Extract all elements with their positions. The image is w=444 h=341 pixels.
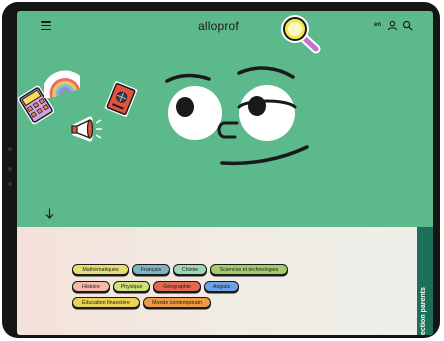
subject-chip-anglais[interactable]: Anglais xyxy=(204,281,239,292)
magnifying-glass-sticker xyxy=(281,15,321,54)
tablet-sensor xyxy=(8,167,12,171)
language-toggle[interactable]: en xyxy=(374,22,381,28)
subject-chip-education-financiere[interactable]: Éducation financière xyxy=(72,297,140,308)
subject-chip-mathematiques[interactable]: Mathématiques xyxy=(72,264,129,275)
passport-sticker xyxy=(104,81,138,117)
tablet-sensor-2 xyxy=(8,182,12,186)
subject-chip-sciences-technologies[interactable]: Sciences et technologies xyxy=(210,264,288,275)
user-icon[interactable] xyxy=(387,20,398,31)
subject-chip-monde-contemporain[interactable]: Monde contemporain xyxy=(143,297,211,308)
parents-section-tab[interactable]: ection parents xyxy=(417,227,433,335)
green-face-mascot xyxy=(165,66,309,166)
parents-section-label: ection parents xyxy=(420,287,427,335)
rainbow-sticker xyxy=(44,70,80,98)
tablet-camera xyxy=(8,147,12,151)
arrow-down-icon[interactable] xyxy=(45,208,54,219)
subject-chip-chimie[interactable]: Chimie xyxy=(173,264,207,275)
megaphone-sticker xyxy=(71,116,102,142)
top-navigation-bar: alloprof en xyxy=(17,11,433,41)
subject-chip-physique[interactable]: Physique xyxy=(113,281,150,292)
subject-chip-geographie[interactable]: Géographie xyxy=(153,281,201,292)
hamburger-menu-icon[interactable] xyxy=(41,21,51,31)
subject-chip-francais[interactable]: Français xyxy=(132,264,170,275)
alloprof-logo[interactable]: alloprof xyxy=(198,19,239,33)
hero-section: alloprof en xyxy=(17,11,433,227)
subject-chip-histoire[interactable]: Histoire xyxy=(72,281,110,292)
search-icon[interactable] xyxy=(402,20,413,31)
